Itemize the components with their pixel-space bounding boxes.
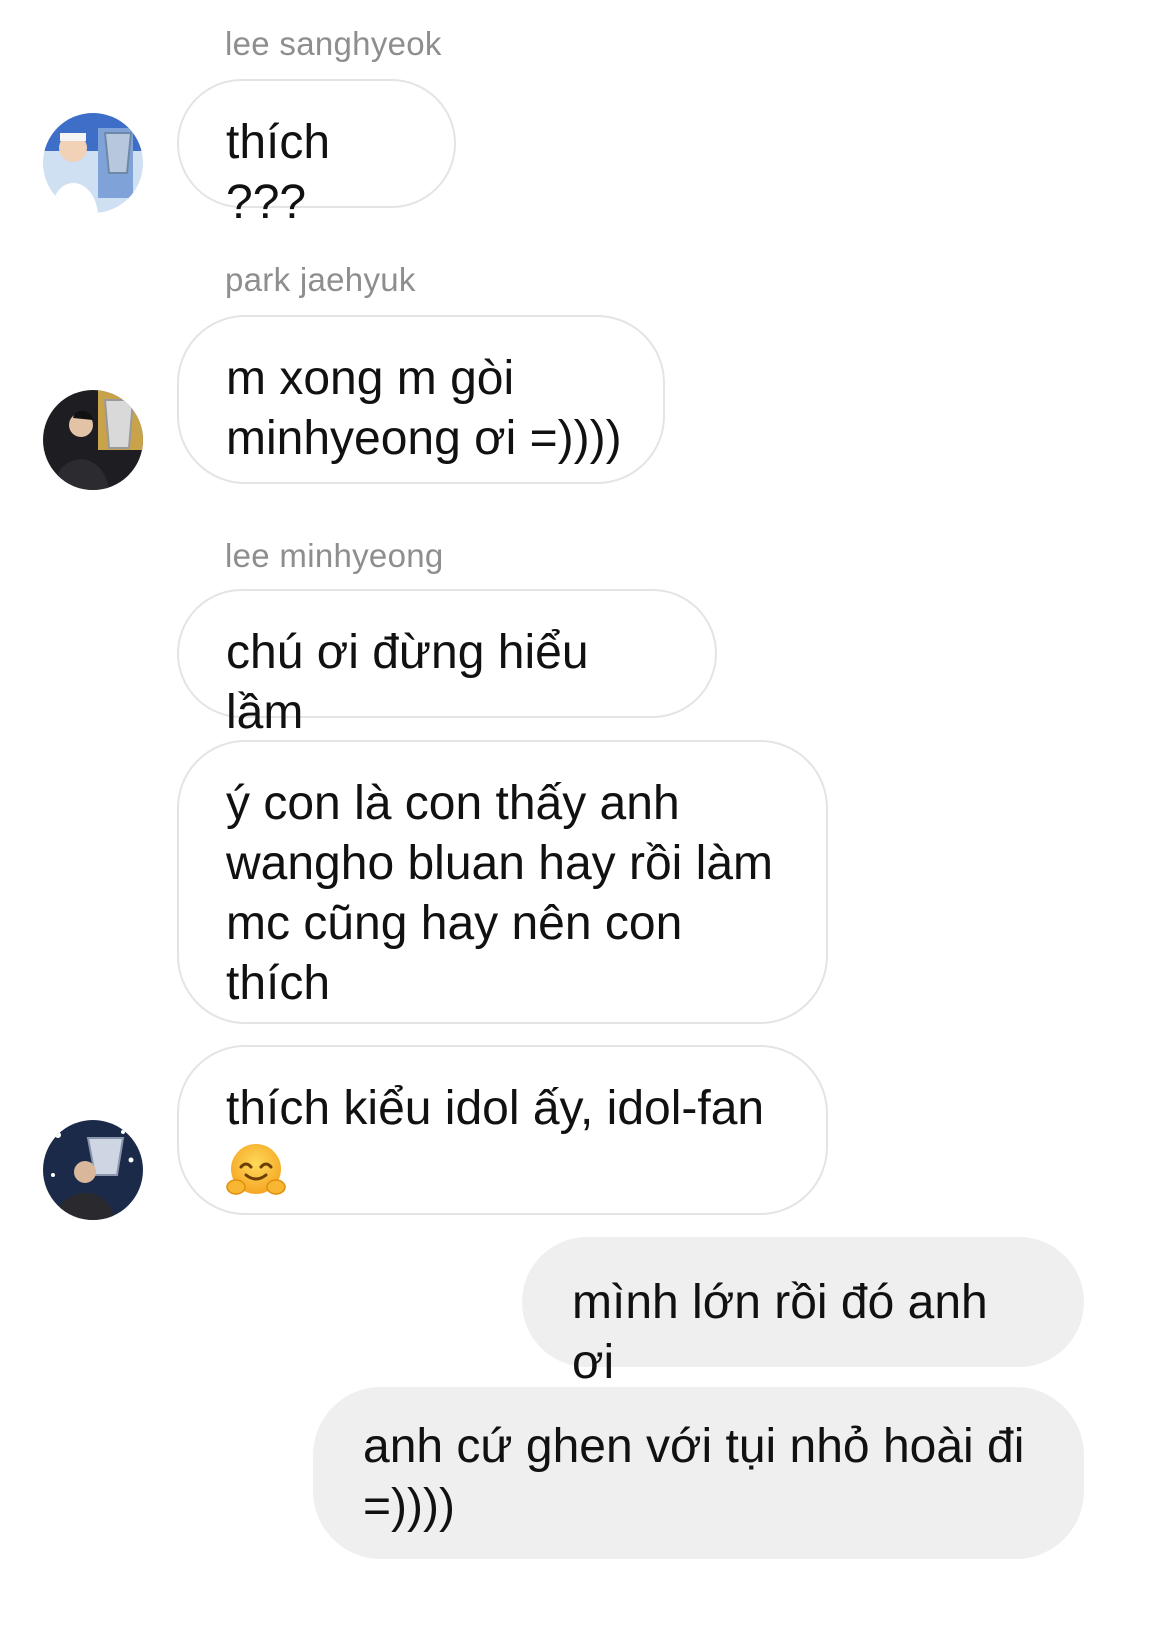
message-text: thích ???	[226, 116, 331, 229]
message-bubble[interactable]: ý con là con thấy anh wangho bluan hay r…	[177, 740, 828, 1024]
message-text: thích kiểu idol ấy, idol-fan	[226, 1082, 765, 1135]
message-text: mình lớn rồi đó anh ơi	[572, 1276, 988, 1389]
message-bubble[interactable]: m xong m gòi minhyeong ơi =))))	[177, 315, 665, 484]
user-avatar-photo[interactable]	[43, 1120, 143, 1220]
sent-message-bubble[interactable]: anh cứ ghen với tụi nhỏ hoài đi =))))	[313, 1387, 1084, 1559]
message-bubble[interactable]: thích ???	[177, 79, 456, 229]
hugging-face-icon	[226, 1141, 286, 1201]
sender-name: park jaehyuk	[225, 261, 416, 298]
sender-name: lee sanghyeok	[225, 25, 442, 62]
sender-name: lee minhyeong	[225, 537, 444, 574]
message-bubble[interactable]: chú ơi đừng hiểu lầm	[177, 589, 717, 739]
message-text: chú ơi đừng hiểu lầm	[226, 626, 589, 739]
user-avatar-photo[interactable]	[43, 390, 143, 490]
message-text: ý con là con thấy anh wangho bluan hay r…	[226, 777, 774, 1010]
user-avatar-photo[interactable]	[43, 113, 143, 213]
sent-message-bubble[interactable]: mình lớn rồi đó anh ơi	[522, 1237, 1084, 1389]
message-bubble[interactable]: thích kiểu idol ấy, idol-fan	[177, 1045, 828, 1215]
message-text: m xong m gòi minhyeong ơi =))))	[226, 352, 622, 465]
message-text: anh cứ ghen với tụi nhỏ hoài đi =))))	[363, 1420, 1025, 1533]
